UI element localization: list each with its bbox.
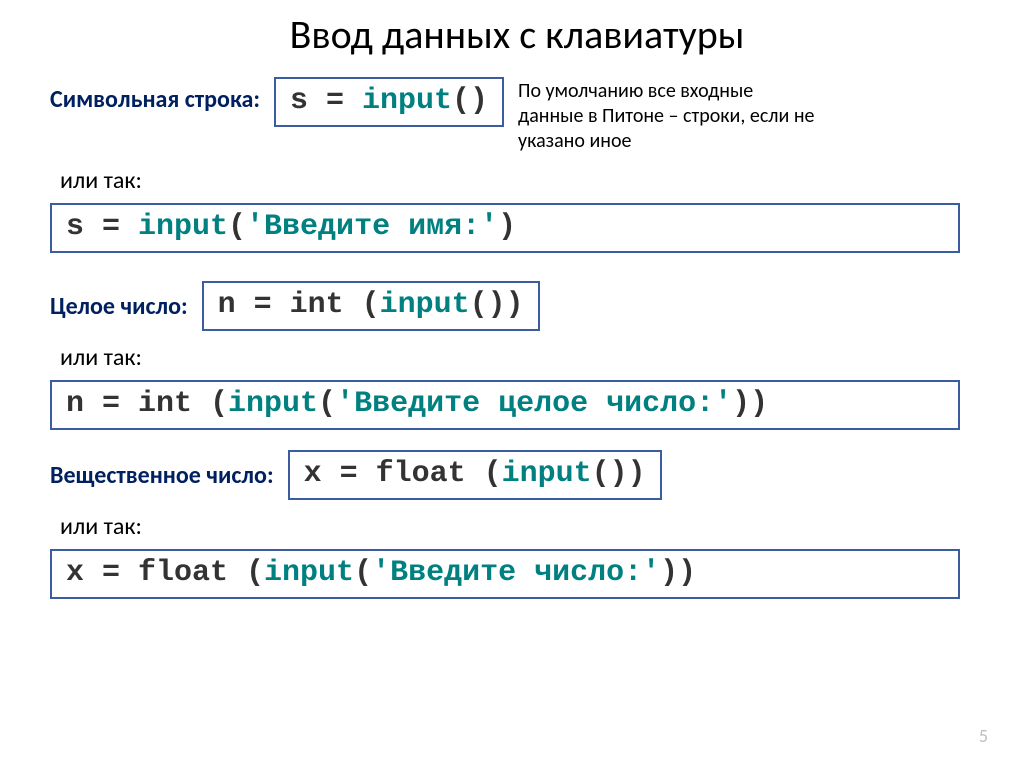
- code-box-6: x = float (input('Введите число:')): [50, 549, 960, 599]
- code-text: n = int (: [66, 387, 228, 421]
- code-text: s =: [66, 210, 138, 244]
- label-or-1: или так:: [60, 166, 984, 195]
- page-number: 5: [979, 725, 988, 747]
- code-keyword: input: [362, 84, 452, 118]
- code-text: x = float (: [66, 556, 264, 590]
- code-text: x = float (: [304, 457, 502, 491]
- code-text: (: [354, 556, 372, 590]
- code-box-2: s = input('Введите имя:'): [50, 203, 960, 253]
- label-string-row: Символьная строка:: [50, 77, 260, 114]
- code-text: ): [498, 210, 516, 244]
- code-string: 'Введите целое число:': [336, 387, 732, 421]
- code-text: (: [318, 387, 336, 421]
- code-string: 'Введите имя:': [246, 210, 498, 244]
- code-box-4: n = int (input('Введите целое число:')): [50, 380, 960, 430]
- code-keyword: input: [380, 288, 470, 322]
- code-text: )): [732, 387, 768, 421]
- code-keyword: input: [502, 457, 592, 491]
- code-keyword: input: [138, 210, 228, 244]
- code-keyword: input: [228, 387, 318, 421]
- label-int-row: Целое число:: [50, 292, 188, 321]
- code-string: 'Введите число:': [372, 556, 660, 590]
- code-keyword: input: [264, 556, 354, 590]
- note-default-strings: По умолчанию все входные данные в Питоне…: [518, 77, 818, 154]
- code-box-3: n = int (input()): [202, 281, 540, 331]
- code-text: )): [660, 556, 696, 590]
- code-text: n = int (: [218, 288, 380, 322]
- label-or-2: или так:: [60, 343, 984, 372]
- code-text: s =: [290, 84, 362, 118]
- label-or-3: или так:: [60, 512, 984, 541]
- code-text: (: [228, 210, 246, 244]
- code-box-5: x = float (input()): [288, 450, 662, 500]
- slide-title: Ввод данных с клавиатуры: [50, 10, 984, 59]
- code-text: ()): [592, 457, 646, 491]
- label-float-row: Вещественное число:: [50, 461, 274, 490]
- code-text: ()): [470, 288, 524, 322]
- code-box-1: s = input(): [274, 77, 504, 127]
- code-text: (): [452, 84, 488, 118]
